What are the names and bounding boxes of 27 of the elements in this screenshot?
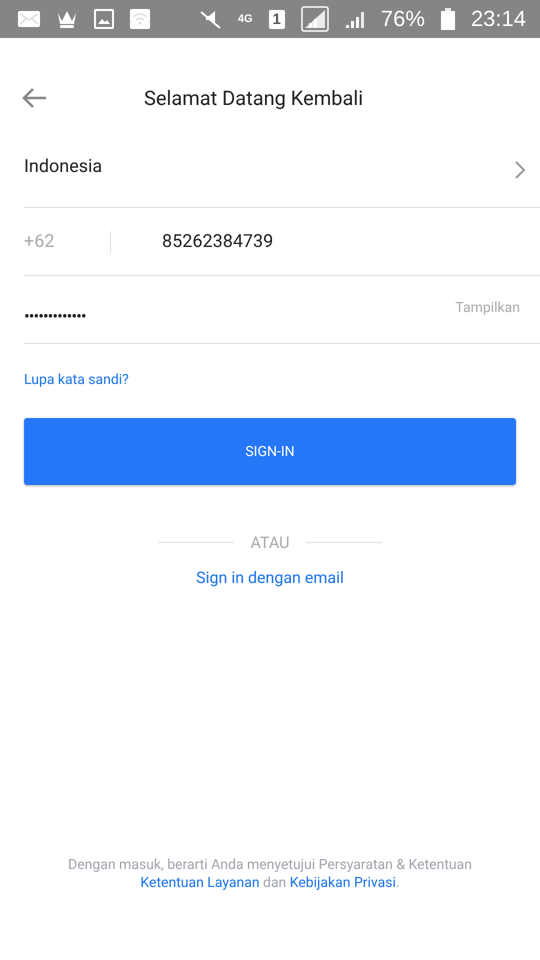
- divider-label: ATAU: [250, 533, 290, 552]
- back-icon[interactable]: [20, 86, 48, 110]
- password-field[interactable]: •••••••••••••: [24, 292, 456, 326]
- sim-indicator: 1: [268, 10, 285, 28]
- page-title: Selamat Datang Kembali: [144, 86, 364, 110]
- sign-in-button[interactable]: SIGN-IN: [24, 418, 516, 485]
- image-icon: [94, 9, 114, 29]
- forgot-password-link[interactable]: Lupa kata sandi?: [24, 372, 129, 388]
- network-type: 4G: [238, 14, 253, 24]
- mute-icon: [198, 8, 222, 30]
- country-code[interactable]: +62: [24, 230, 111, 252]
- signal-icon: [300, 6, 329, 32]
- mail-icon: [18, 11, 40, 27]
- show-password-toggle[interactable]: Tampilkan: [455, 300, 540, 316]
- terms-notice: Dengan masuk, berarti Anda menyetujui Persyaratan & Ketentuan Ketentuan Layanan dan Kebijakan Privasi.: [67, 856, 473, 892]
- chevron-icon: [514, 160, 526, 180]
- crown-icon: [56, 9, 78, 29]
- signal-icon: [344, 9, 365, 29]
- country-selector[interactable]: Indonesia: [24, 156, 540, 208]
- clock-time: 23:14: [470, 6, 526, 32]
- battery-percentage: 76%: [380, 6, 425, 32]
- phone-field[interactable]: 85262384739: [111, 231, 540, 252]
- battery-icon: [440, 8, 455, 30]
- email-sign-in-link[interactable]: Sign in dengan email: [196, 568, 344, 587]
- privacy-policy-link[interactable]: Kebijakan Privasi: [290, 875, 396, 891]
- wifi-icon: [130, 9, 150, 29]
- terms-of-service-link[interactable]: Ketentuan Layanan: [140, 875, 260, 891]
